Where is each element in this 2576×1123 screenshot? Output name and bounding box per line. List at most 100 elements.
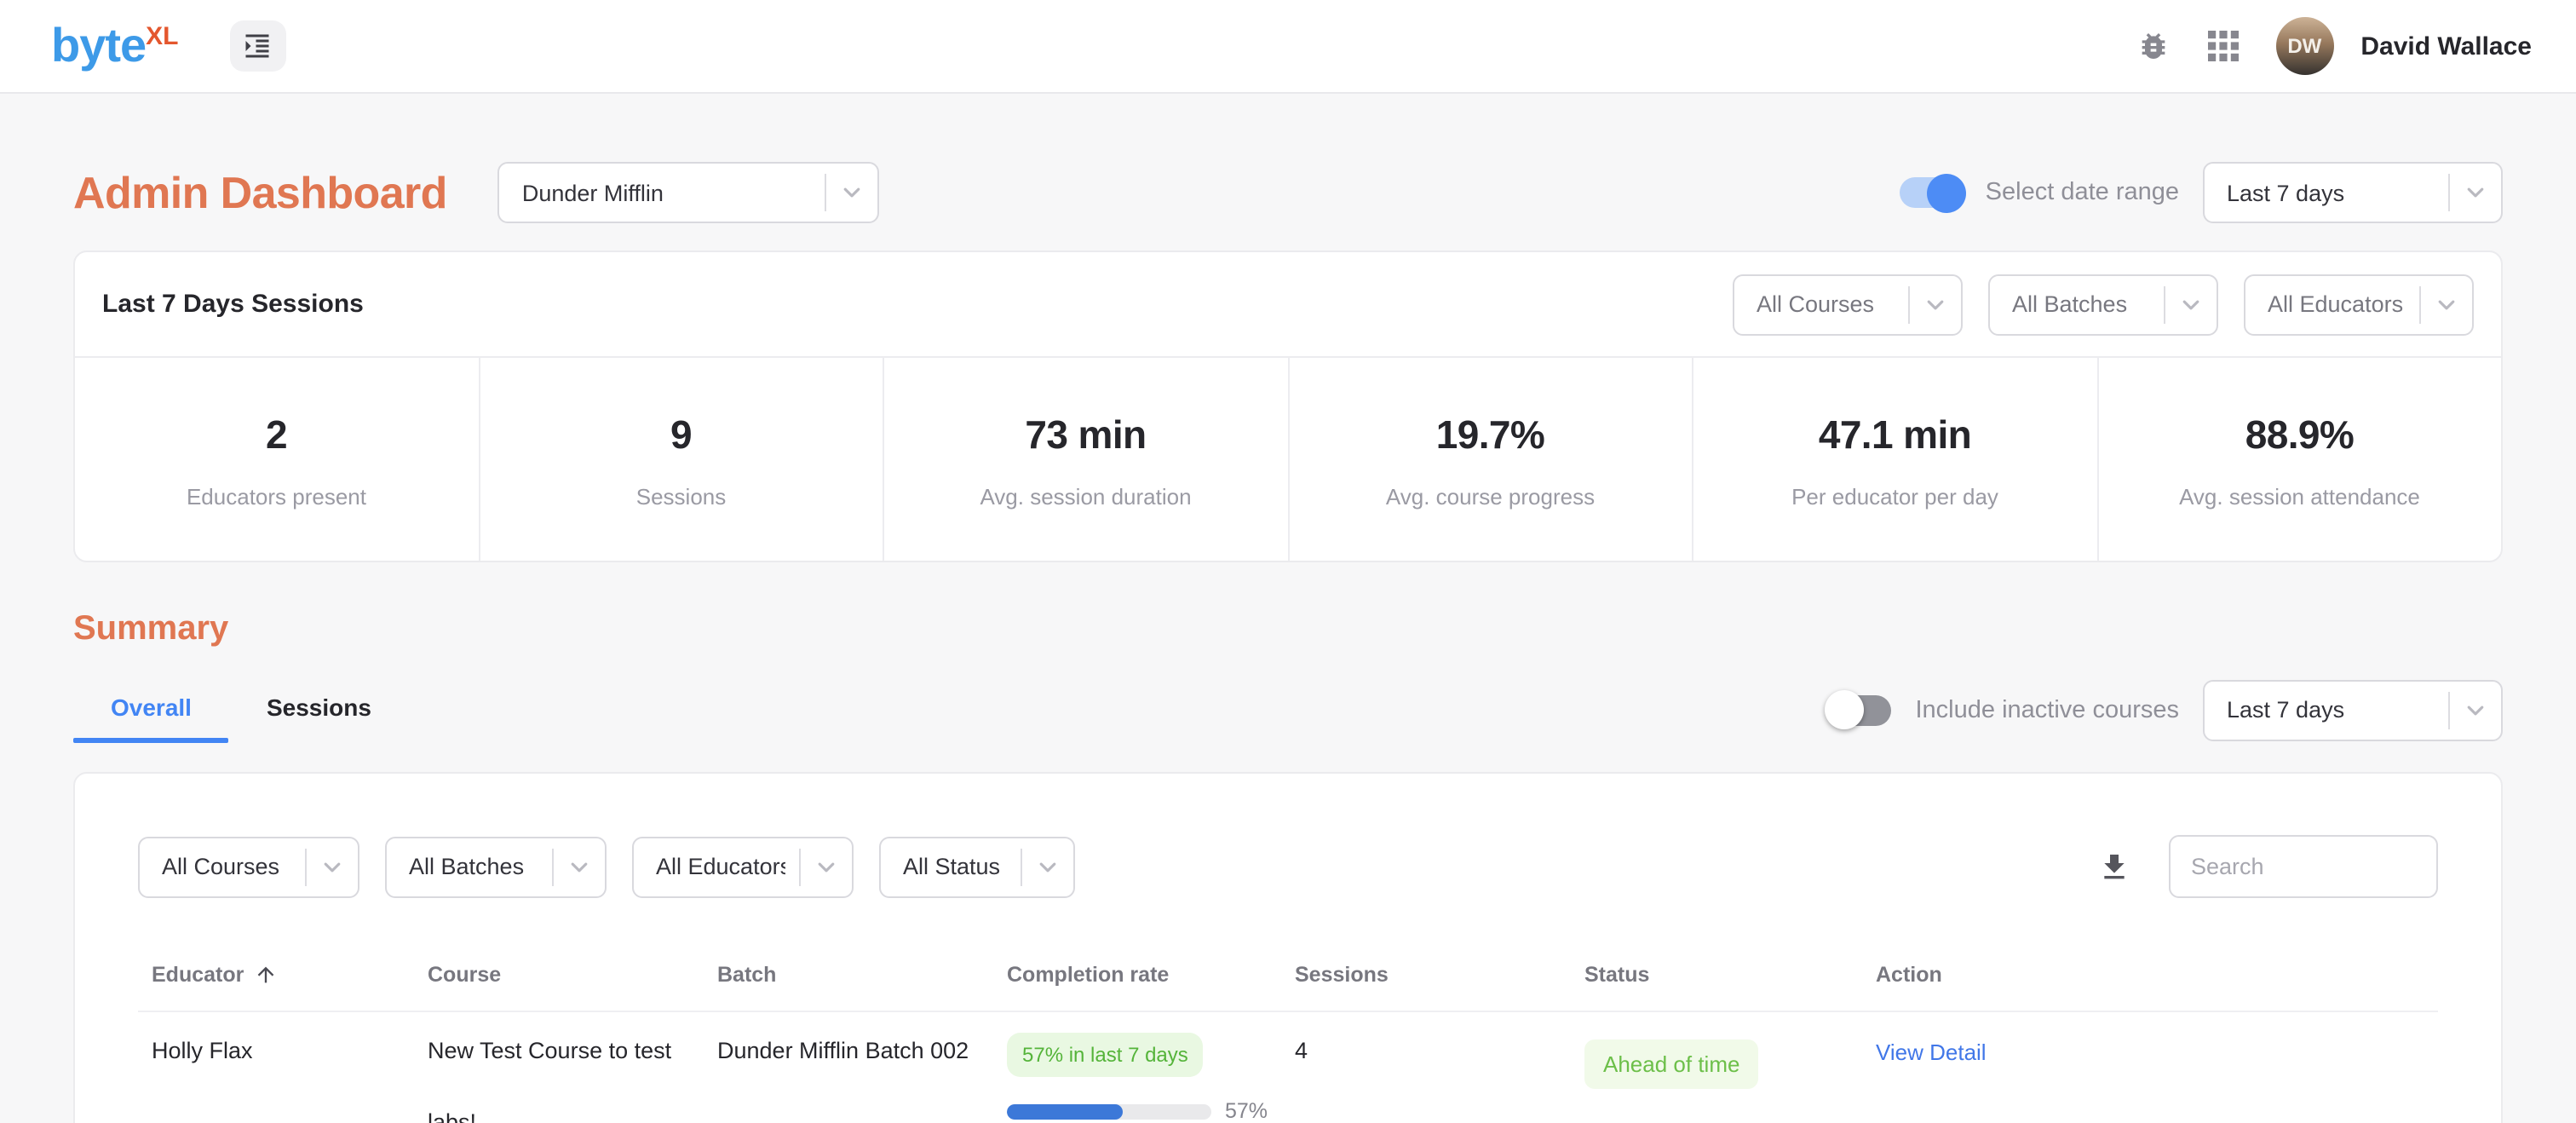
stat-label: Avg. course progress — [1302, 484, 1678, 510]
tab-overall[interactable]: Overall — [73, 677, 229, 743]
stat-educators-present: 2 Educators present — [75, 358, 478, 561]
download-button[interactable] — [2097, 849, 2131, 884]
organization-select-value: Dunder Mifflin — [522, 180, 812, 205]
sessions-card-header: Last 7 Days Sessions All Courses All Bat… — [75, 252, 2501, 358]
search-input[interactable] — [2169, 835, 2438, 898]
table-row: Holly Flax New Test Course to test labs!… — [138, 1012, 2438, 1123]
cell-action: View Detail — [1862, 1012, 2438, 1123]
sessions-stats-card: Last 7 Days Sessions All Courses All Bat… — [73, 251, 2503, 562]
sessions-card-title: Last 7 Days Sessions — [102, 290, 364, 319]
column-completion-rate[interactable]: Completion rate — [993, 949, 1281, 1011]
stat-value: 19.7% — [1302, 412, 1678, 458]
select-date-range-label: Select date range — [1986, 179, 2179, 206]
column-label: Sessions — [1295, 963, 1389, 987]
stat-value: 2 — [89, 412, 464, 458]
column-label: Action — [1876, 963, 1942, 987]
user-name[interactable]: David Wallace — [2360, 32, 2532, 60]
completion-badge: 57% in last 7 days — [1007, 1033, 1204, 1077]
sessions-courses-filter[interactable]: All Courses — [1733, 274, 1963, 335]
summary-table: Educator Course Batch Completion rate Se… — [138, 949, 2438, 1123]
table-status-filter[interactable]: All Status — [879, 836, 1075, 897]
table-filters-row: All Courses All Batches All Educators Al… — [138, 835, 2438, 898]
chevron-down-icon — [1910, 292, 1961, 316]
chevron-down-icon — [307, 855, 358, 878]
completion-progress-bar — [1007, 1103, 1211, 1119]
bytexl-logo[interactable]: byteXL — [51, 22, 179, 70]
stat-sessions: 9 Sessions — [478, 358, 883, 561]
organization-select[interactable]: Dunder Mifflin — [498, 162, 880, 223]
column-sessions[interactable]: Sessions — [1281, 949, 1571, 1011]
debug-button[interactable] — [2136, 29, 2170, 63]
tab-sessions[interactable]: Sessions — [229, 677, 409, 743]
column-batch[interactable]: Batch — [704, 949, 993, 1011]
stat-label: Sessions — [493, 484, 869, 510]
cell-completion-rate: 57% in last 7 days 57% — [993, 1012, 1281, 1123]
table-batches-filter[interactable]: All Batches — [385, 836, 607, 897]
apps-grid-icon — [2207, 31, 2238, 61]
download-icon — [2097, 849, 2131, 884]
stat-label: Per educator per day — [1707, 484, 2083, 510]
cell-educator: Holly Flax — [138, 1012, 414, 1123]
column-action[interactable]: Action — [1862, 949, 2438, 1011]
include-inactive-courses-toggle[interactable] — [1831, 694, 1892, 725]
bug-icon — [2136, 29, 2170, 63]
toggle-knob — [1928, 173, 1967, 212]
cell-sessions: 4 — [1281, 1012, 1571, 1123]
column-educator[interactable]: Educator — [138, 949, 414, 1011]
status-badge: Ahead of time — [1584, 1039, 1758, 1089]
column-course[interactable]: Course — [414, 949, 704, 1011]
summary-date-range-value: Last 7 days — [2227, 697, 2435, 723]
chevron-down-icon — [827, 181, 878, 204]
stat-avg-session-duration: 73 min Avg. session duration — [883, 358, 1287, 561]
chevron-down-icon — [801, 855, 852, 878]
stat-value: 88.9% — [2112, 412, 2487, 458]
top-bar: byteXL DW Davi — [0, 0, 2576, 94]
date-range-select-value: Last 7 days — [2227, 180, 2435, 205]
summary-title: Summary — [73, 610, 2503, 649]
stat-label: Avg. session duration — [898, 484, 1274, 510]
chevron-down-icon — [1022, 855, 1073, 878]
tab-label: Overall — [111, 694, 192, 721]
stat-avg-course-progress: 19.7% Avg. course progress — [1287, 358, 1692, 561]
view-detail-link[interactable]: View Detail — [1876, 1039, 1987, 1065]
chevron-down-icon — [2421, 292, 2472, 316]
column-label: Batch — [717, 963, 776, 987]
completion-percent-label: 57% — [1225, 1099, 1268, 1123]
app-root: byteXL DW Davi — [0, 0, 2576, 1123]
logo-text: byte — [51, 19, 146, 72]
summary-date-range-select[interactable]: Last 7 days — [2203, 679, 2503, 740]
active-tab-indicator — [73, 738, 229, 743]
column-status[interactable]: Status — [1571, 949, 1862, 1011]
stats-row: 2 Educators present 9 Sessions 73 min Av… — [75, 358, 2501, 561]
date-range-select[interactable]: Last 7 days — [2203, 162, 2503, 223]
column-label: Course — [428, 963, 501, 987]
chevron-down-icon — [2450, 698, 2501, 722]
select-date-range-toggle[interactable] — [1900, 177, 1962, 208]
stat-label: Educators present — [89, 484, 464, 510]
stat-value: 47.1 min — [1707, 412, 2083, 458]
page-title: Admin Dashboard — [73, 166, 447, 219]
chevron-down-icon — [554, 855, 605, 878]
include-inactive-courses-label: Include inactive courses — [1916, 696, 2180, 723]
sidebar-toggle-button[interactable] — [230, 20, 286, 72]
apps-menu-button[interactable] — [2207, 31, 2238, 61]
stat-per-educator-per-day: 47.1 min Per educator per day — [1692, 358, 2096, 561]
sessions-batches-filter[interactable]: All Batches — [1988, 274, 2218, 335]
completion-progress-fill — [1007, 1103, 1124, 1119]
table-courses-filter[interactable]: All Courses — [138, 836, 359, 897]
filter-value: All Educators — [656, 854, 785, 879]
column-label: Educator — [152, 963, 244, 987]
table-header-row: Educator Course Batch Completion rate Se… — [138, 949, 2438, 1012]
cell-status: Ahead of time — [1571, 1012, 1862, 1123]
cell-batch: Dunder Mifflin Batch 002 — [704, 1012, 993, 1123]
filter-value: All Educators — [2268, 291, 2406, 317]
sessions-educators-filter[interactable]: All Educators — [2244, 274, 2474, 335]
stat-value: 73 min — [898, 412, 1274, 458]
main-content: Admin Dashboard Dunder Mifflin Select da… — [0, 162, 2576, 1123]
user-avatar[interactable]: DW — [2275, 17, 2333, 75]
tab-label: Sessions — [267, 694, 371, 721]
table-educators-filter[interactable]: All Educators — [632, 836, 854, 897]
summary-tabs-row: Overall Sessions Include inactive course… — [73, 677, 2503, 743]
cell-course: New Test Course to test labs! — [414, 1012, 704, 1123]
column-label: Status — [1584, 963, 1649, 987]
